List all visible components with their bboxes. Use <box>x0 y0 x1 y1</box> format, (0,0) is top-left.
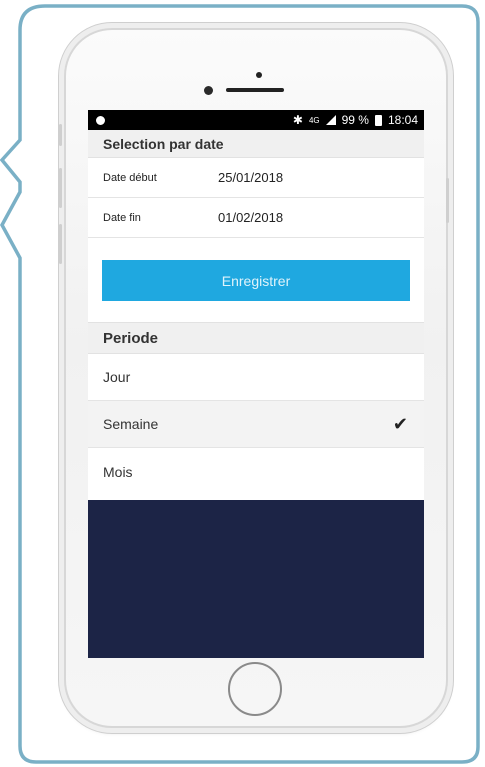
start-date-row[interactable]: Date début 25/01/2018 <box>88 158 424 198</box>
circle-icon <box>96 115 105 125</box>
dark-panel <box>88 500 424 658</box>
volume-down-button <box>59 224 62 264</box>
signal-icon <box>325 115 336 125</box>
period-item-mois[interactable]: Mois <box>88 448 424 495</box>
proximity-sensor <box>256 72 262 78</box>
start-date-value[interactable]: 25/01/2018 <box>218 170 283 185</box>
period-item-label: Mois <box>103 463 133 480</box>
checkmark-icon: ✔ <box>392 413 408 434</box>
battery-percent: 99 % <box>341 113 369 127</box>
network-type: 4G <box>308 115 320 125</box>
period-item-label: Jour <box>103 369 131 385</box>
period-item-jour[interactable]: Jour <box>88 354 424 401</box>
status-bar: ✱ 4G 99 % 18:04 <box>88 110 424 130</box>
end-date-row[interactable]: Date fin 01/02/2018 <box>88 198 424 238</box>
clock: 18:04 <box>387 113 418 127</box>
period-item-label: Semaine <box>103 416 159 432</box>
period-section-title: Periode <box>88 322 424 354</box>
earpiece-speaker <box>226 88 284 92</box>
save-button[interactable]: Enregistrer <box>102 260 410 301</box>
front-camera-icon <box>204 86 213 95</box>
home-button[interactable] <box>228 662 282 716</box>
mute-switch <box>59 124 62 146</box>
phone-screen: ✱ 4G 99 % 18:04 Selection par date Date … <box>88 110 424 658</box>
end-date-label: Date fin <box>103 211 141 224</box>
battery-icon <box>374 114 382 126</box>
power-button <box>446 178 449 223</box>
date-section-title: Selection par date <box>88 130 424 158</box>
save-container: Enregistrer <box>88 238 424 322</box>
bluetooth-icon: ✱ <box>292 113 303 127</box>
end-date-value[interactable]: 01/02/2018 <box>218 210 283 225</box>
status-right: ✱ 4G 99 % 18:04 <box>293 113 418 127</box>
start-date-label: Date début <box>103 171 157 184</box>
volume-up-button <box>59 168 62 208</box>
period-item-semaine[interactable]: Semaine ✔ <box>88 401 424 448</box>
